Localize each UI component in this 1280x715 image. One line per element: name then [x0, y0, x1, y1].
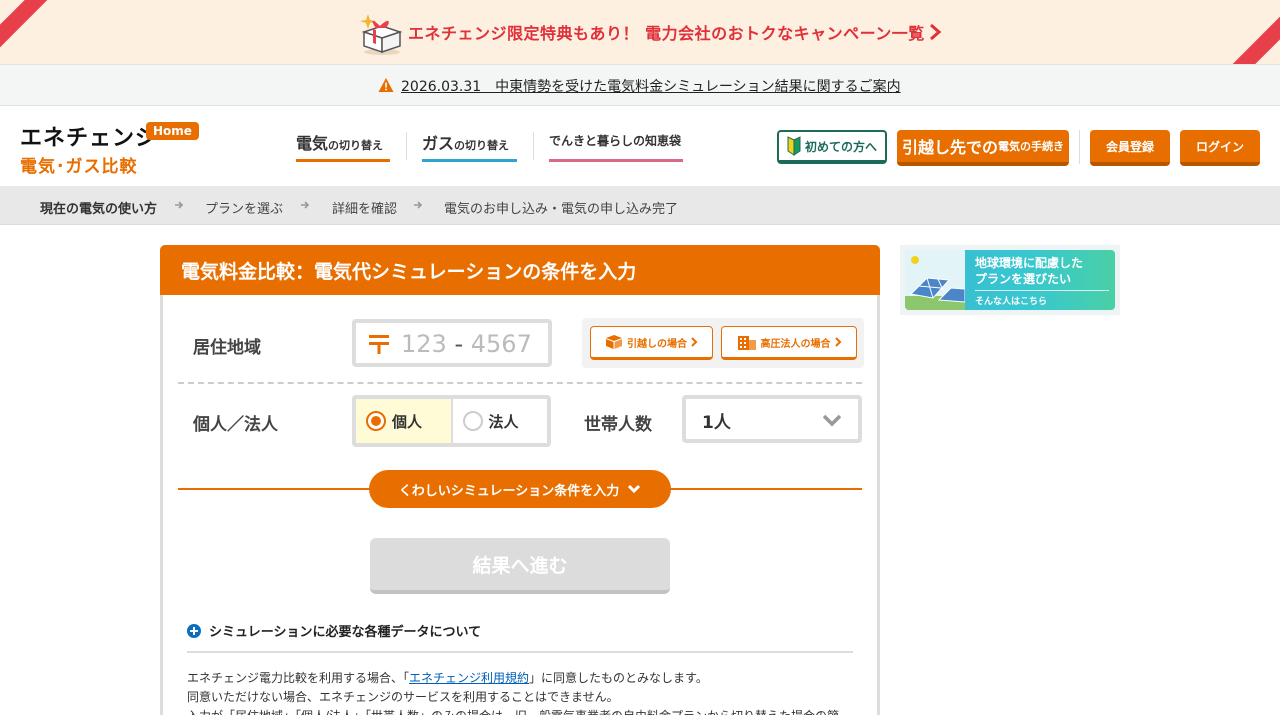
household-size-value: 1人 [702, 413, 731, 433]
logo-home-badge: Home [146, 122, 199, 140]
high-voltage-corporate-button[interactable]: 高圧法人の場合 [721, 326, 857, 360]
nav-gas-switch[interactable]: ガスの切り替え [422, 130, 517, 162]
postal-code-input[interactable]: 123 - 4567 [352, 319, 552, 367]
form-title: 電気料金比較：電気代シミュレーションの条件を入力 [160, 245, 880, 295]
eco-plan-title: 地球環境に配慮した プランを選びたい [975, 255, 1083, 287]
household-size-label: 世帯人数 [584, 415, 652, 435]
terms-line3: 入力が「居住地域」「個人/法人」「世帯人数」のみの場合は、旧一般電気事業者の自由… [187, 707, 853, 715]
terms-of-use-link[interactable]: エネチェンジ利用規約 [409, 671, 529, 685]
moving-sub-label: 電気の手続き [998, 140, 1064, 153]
customer-type-label: 個人／法人 [193, 415, 278, 435]
notice-bar: 2026.03.31 中東情勢を受けた電気料金シミュレーション結果に関するご案内 [0, 64, 1280, 106]
chevron-right-icon [930, 23, 942, 41]
terms-line1-post: 」に同意したものとみなします。 [529, 671, 708, 685]
logo-main-text: エネチェンジ [20, 126, 159, 151]
step-confirm-details: 詳細を確認 [332, 202, 398, 217]
first-time-button[interactable]: 初めての方へ [777, 130, 887, 164]
postal-placeholder-first: 123 [401, 330, 447, 358]
postal-placeholder-second: 4567 [470, 330, 532, 358]
data-info-label: シミュレーションに必要な各種データについて [209, 625, 482, 640]
radio-circle-checked [366, 411, 386, 431]
register-button[interactable]: 会員登録 [1090, 130, 1170, 166]
arrow-right-icon [175, 201, 184, 209]
moving-box-icon [606, 335, 622, 349]
step-application: 電気のお申し込み・電気の申し込み完了 [444, 202, 679, 217]
nav-divider [406, 132, 407, 160]
postal-dash: - [454, 330, 464, 358]
notice-link[interactable]: 2026.03.31 中東情勢を受けた電気料金シミュレーション結果に関するご案内 [401, 76, 901, 96]
gift-box-icon [360, 14, 403, 55]
ribbon-decoration-right [1218, 6, 1280, 64]
nav-gas-main: ガス [422, 134, 455, 153]
info-divider [187, 651, 853, 653]
arrow-right-icon [414, 201, 423, 209]
nav-underline [422, 159, 517, 162]
nav-life-tips[interactable]: でんきと暮らしの知恵袋 [549, 130, 683, 162]
nav-electric-main: 電気 [296, 134, 329, 153]
chevron-down-icon [822, 414, 842, 427]
nav-divider [533, 132, 534, 160]
first-time-label: 初めての方へ [804, 139, 877, 154]
building-icon [737, 336, 756, 350]
moving-procedure-button[interactable]: 引越し先での 電気の手続き [897, 130, 1069, 166]
eco-plan-subtitle: そんな人はこちら [975, 297, 1048, 307]
campaign-text: エネチェンジ限定特典もあり！ 電力会社のおトクなキャンペーン一覧 [408, 24, 925, 43]
login-button[interactable]: ログイン [1180, 130, 1260, 166]
detailed-conditions-button[interactable]: くわしいシミュレーション条件を入力 [369, 470, 671, 508]
high-voltage-label: 高圧法人の場合 [760, 338, 831, 350]
site-header: エネチェンジ Home 電気･ガス比較 電気の切り替え ガスの切り替え でんきと… [0, 106, 1280, 186]
terms-line2: 同意いただけない場合、エネチェンジのサービスを利用することはできません。 [187, 690, 619, 704]
progress-steps: 現在の電気の使い方 プランを選ぶ 詳細を確認 電気のお申し込み・電気の申し込み完… [0, 186, 1280, 225]
eco-plan-line2: プランを選びたい [975, 272, 1072, 286]
eco-plan-banner[interactable]: 地球環境に配慮した プランを選びたい そんな人はこちら [900, 245, 1120, 315]
radio-corporate[interactable]: 法人 [450, 399, 548, 443]
logo-sub-text: 電気･ガス比較 [20, 157, 138, 177]
terms-line1-pre: エネチェンジ電力比較を利用する場合、「 [187, 671, 410, 685]
arrow-right-icon [301, 201, 310, 209]
moving-case-button[interactable]: 引越しの場合 [590, 326, 713, 360]
radio-corporate-label: 法人 [488, 412, 519, 431]
customer-type-radio-group: 個人 法人 [352, 395, 551, 447]
nav-underline [549, 159, 683, 162]
nav-underline [296, 159, 390, 162]
header-divider [1079, 130, 1080, 164]
nav-electric-sub: の切り替え [328, 139, 384, 152]
row-divider [178, 382, 862, 384]
chevron-right-icon [834, 337, 841, 347]
site-logo[interactable]: エネチェンジ Home 電気･ガス比較 [20, 120, 200, 177]
eco-plan-line1: 地球環境に配慮した [975, 256, 1084, 270]
simulation-form-panel: 電気料金比較：電気代シミュレーションの条件を入力 居住地域 123 - 4567… [160, 245, 880, 715]
postal-mark-icon [369, 335, 389, 354]
nav-electric-switch[interactable]: 電気の切り替え [296, 130, 390, 162]
nav-gas-sub: の切り替え [454, 139, 510, 152]
radio-individual-label: 個人 [392, 412, 423, 431]
nav-life-label: でんきと暮らしの知恵袋 [549, 134, 682, 148]
beginner-leaf-icon [787, 136, 801, 156]
plus-circle-icon [187, 623, 201, 638]
moving-main-label: 引越し先での [901, 138, 998, 157]
alternate-cases-box: 引越しの場合 高圧法人の場合 [582, 318, 864, 368]
chevron-down-icon [628, 484, 641, 494]
campaign-banner[interactable]: エネチェンジ限定特典もあり！ 電力会社のおトクなキャンペーン一覧 [0, 0, 1280, 64]
household-size-select[interactable]: 1人 [682, 395, 862, 443]
region-label: 居住地域 [193, 338, 261, 358]
solar-panel-icon [905, 250, 965, 310]
radio-individual[interactable]: 個人 [356, 399, 451, 443]
radio-circle-unchecked [462, 411, 483, 431]
warning-icon [378, 78, 394, 92]
step-current-usage: 現在の電気の使い方 [40, 202, 158, 217]
proceed-to-results-button[interactable]: 結果へ進む [370, 538, 670, 594]
detailed-conditions-label: くわしいシミュレーション条件を入力 [398, 483, 620, 499]
moving-case-label: 引越しの場合 [627, 338, 687, 350]
eco-plan-underline [975, 290, 1109, 291]
terms-notice: エネチェンジ電力比較を利用する場合、「エネチェンジ利用規約」に同意したものとみな… [187, 669, 853, 715]
chevron-right-icon [691, 337, 698, 347]
data-info-toggle[interactable]: シミュレーションに必要な各種データについて [187, 621, 481, 640]
eco-plan-banner-inner: 地球環境に配慮した プランを選びたい そんな人はこちら [905, 250, 1115, 310]
step-choose-plan: プランを選ぶ [205, 202, 284, 217]
ribbon-decoration-left [0, 0, 62, 58]
